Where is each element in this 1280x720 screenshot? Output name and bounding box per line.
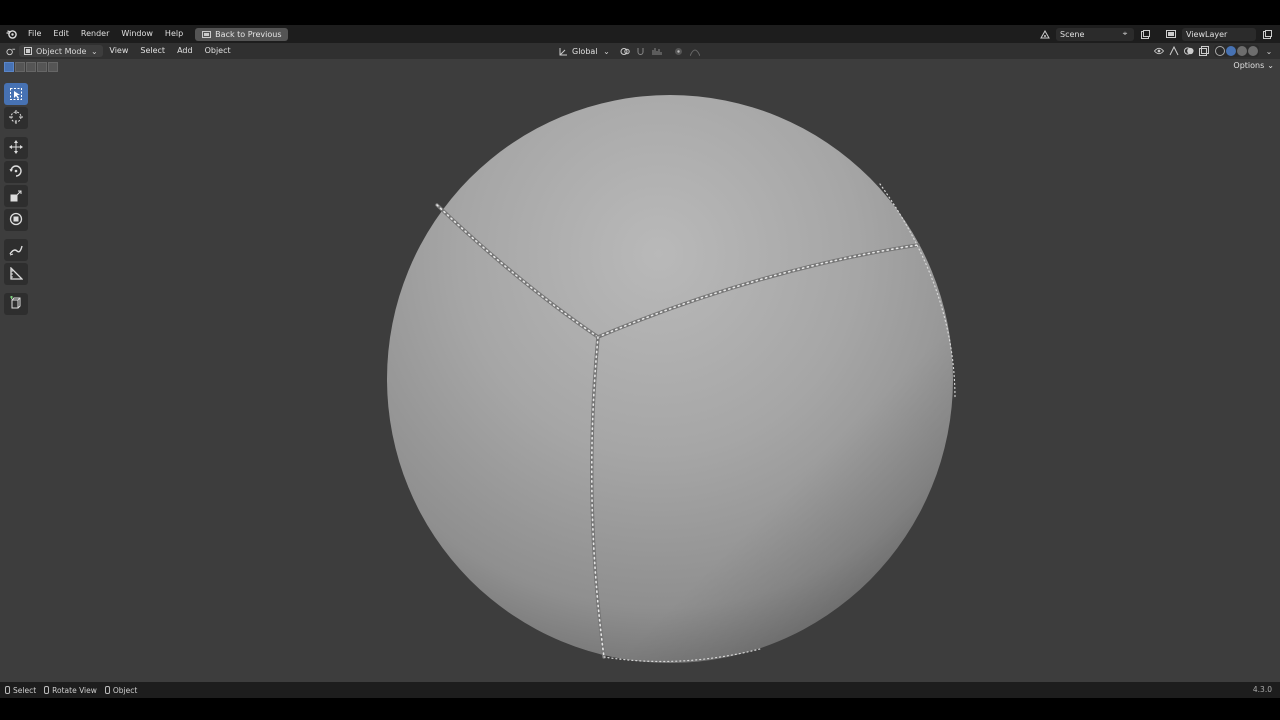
rendered-shading-icon[interactable] xyxy=(1248,46,1258,56)
status-object: Object xyxy=(104,685,138,695)
select-box-tool[interactable] xyxy=(4,83,28,105)
add-cube-tool[interactable] xyxy=(4,293,28,315)
status-rotate-view-label: Rotate View xyxy=(52,685,97,695)
transform-tool[interactable] xyxy=(4,209,28,231)
new-view-layer-icon[interactable] xyxy=(1262,29,1272,39)
object-mode-icon xyxy=(23,46,33,56)
select-intersect-icon[interactable] xyxy=(48,62,58,72)
sphere-object[interactable] xyxy=(0,59,1280,682)
select-extend-icon[interactable] xyxy=(15,62,25,72)
proportional-editing-icon[interactable] xyxy=(674,47,684,57)
orientation-label: Global xyxy=(572,47,598,56)
mouse-right-icon xyxy=(104,686,110,694)
transform-orientation-dropdown[interactable]: Global ⌄ xyxy=(556,45,614,58)
back-to-previous-label: Back to Previous xyxy=(215,29,282,39)
transform-icon xyxy=(9,211,23,230)
material-preview-icon[interactable] xyxy=(1237,46,1247,56)
xray-icon[interactable] xyxy=(1199,46,1209,56)
pivot-point-icon[interactable] xyxy=(620,47,630,57)
move-arrows-icon xyxy=(9,139,23,158)
3d-cursor-icon xyxy=(9,109,23,128)
back-to-previous-button[interactable]: Back to Previous xyxy=(195,27,288,41)
cursor-tool[interactable] xyxy=(4,107,28,129)
object-mode-dropdown[interactable]: Object Mode ⌄ xyxy=(19,45,104,57)
letterbox-top xyxy=(0,0,1280,25)
measure-ruler-icon xyxy=(9,265,24,284)
view-layer-field[interactable]: ViewLayer xyxy=(1182,27,1256,41)
cursor-select-icon xyxy=(10,85,22,104)
annotate-pen-icon xyxy=(9,241,23,260)
status-select: Select xyxy=(5,686,36,695)
mouse-middle-icon xyxy=(44,686,50,694)
status-select-label: Select xyxy=(13,685,37,695)
scene-name: Scene xyxy=(1060,29,1085,39)
shading-mode-group xyxy=(1214,45,1259,57)
menu-render[interactable]: Render xyxy=(75,25,115,43)
status-object-label: Object xyxy=(112,685,138,695)
rotate-icon xyxy=(9,163,23,182)
falloff-icon[interactable] xyxy=(689,47,700,57)
view-layer-icon[interactable] xyxy=(1166,29,1176,39)
solid-shading-icon[interactable] xyxy=(1226,46,1236,56)
3d-viewport[interactable]: Options ⌄ xyxy=(0,59,1280,682)
select-invert-icon[interactable] xyxy=(37,62,47,72)
scene-icon[interactable] xyxy=(1040,29,1050,39)
view-layer-name: ViewLayer xyxy=(1186,29,1228,39)
editor-type-icon[interactable] xyxy=(6,46,16,56)
new-scene-icon[interactable] xyxy=(1140,29,1150,39)
options-label: Options xyxy=(1233,61,1265,70)
annotate-tool[interactable] xyxy=(4,239,28,261)
overlay-icon[interactable] xyxy=(1184,46,1194,56)
screen-icon xyxy=(201,29,211,39)
menu-select[interactable]: Select xyxy=(134,43,171,59)
menu-view[interactable]: View xyxy=(103,43,134,59)
version-label: 4.3.0 xyxy=(1252,685,1272,694)
selection-mode-group xyxy=(4,62,58,72)
select-new-icon[interactable] xyxy=(4,62,14,72)
select-subtract-icon[interactable] xyxy=(26,62,36,72)
scale-tool[interactable] xyxy=(4,185,28,207)
menu-help[interactable]: Help xyxy=(159,25,189,43)
chevron-down-icon: ⌄ xyxy=(1267,61,1274,70)
chevron-down-icon: ⌄ xyxy=(603,47,610,56)
menu-object[interactable]: Object xyxy=(199,43,237,59)
snap-icon[interactable] xyxy=(636,47,646,57)
gizmo-icon[interactable] xyxy=(1169,46,1179,56)
viewport-header: Object Mode ⌄ View Select Add Object Glo… xyxy=(0,43,1280,59)
add-cube-icon xyxy=(9,295,23,314)
visibility-icon[interactable] xyxy=(1154,46,1164,56)
scene-field[interactable]: Scene ⌖ xyxy=(1056,27,1134,41)
pin-icon[interactable]: ⌖ xyxy=(1120,29,1130,39)
menu-edit[interactable]: Edit xyxy=(47,25,75,43)
move-tool[interactable] xyxy=(4,137,28,159)
blender-logo-icon[interactable] xyxy=(4,27,18,41)
letterbox-bottom xyxy=(0,698,1280,720)
wireframe-shading-icon[interactable] xyxy=(1215,46,1225,56)
orientation-icon xyxy=(558,47,568,57)
snap-target-icon[interactable] xyxy=(652,47,662,57)
menu-file[interactable]: File xyxy=(22,25,47,43)
menu-add[interactable]: Add xyxy=(171,43,199,59)
options-dropdown[interactable]: Options ⌄ xyxy=(1233,61,1274,70)
scale-icon xyxy=(10,187,22,206)
rotate-tool[interactable] xyxy=(4,161,28,183)
measure-tool[interactable] xyxy=(4,263,28,285)
menu-window[interactable]: Window xyxy=(115,25,159,43)
mouse-left-icon xyxy=(5,686,10,694)
object-mode-label: Object Mode xyxy=(36,46,87,56)
top-menu-bar: File Edit Render Window Help Back to Pre… xyxy=(0,25,1280,43)
status-bar: Select Rotate View Object 4.3.0 xyxy=(0,682,1280,698)
chevron-down-icon: ⌄ xyxy=(91,46,98,56)
status-rotate-view: Rotate View xyxy=(44,686,97,695)
tool-shelf xyxy=(4,83,29,315)
shading-chevron-icon[interactable]: ⌄ xyxy=(1264,46,1274,56)
